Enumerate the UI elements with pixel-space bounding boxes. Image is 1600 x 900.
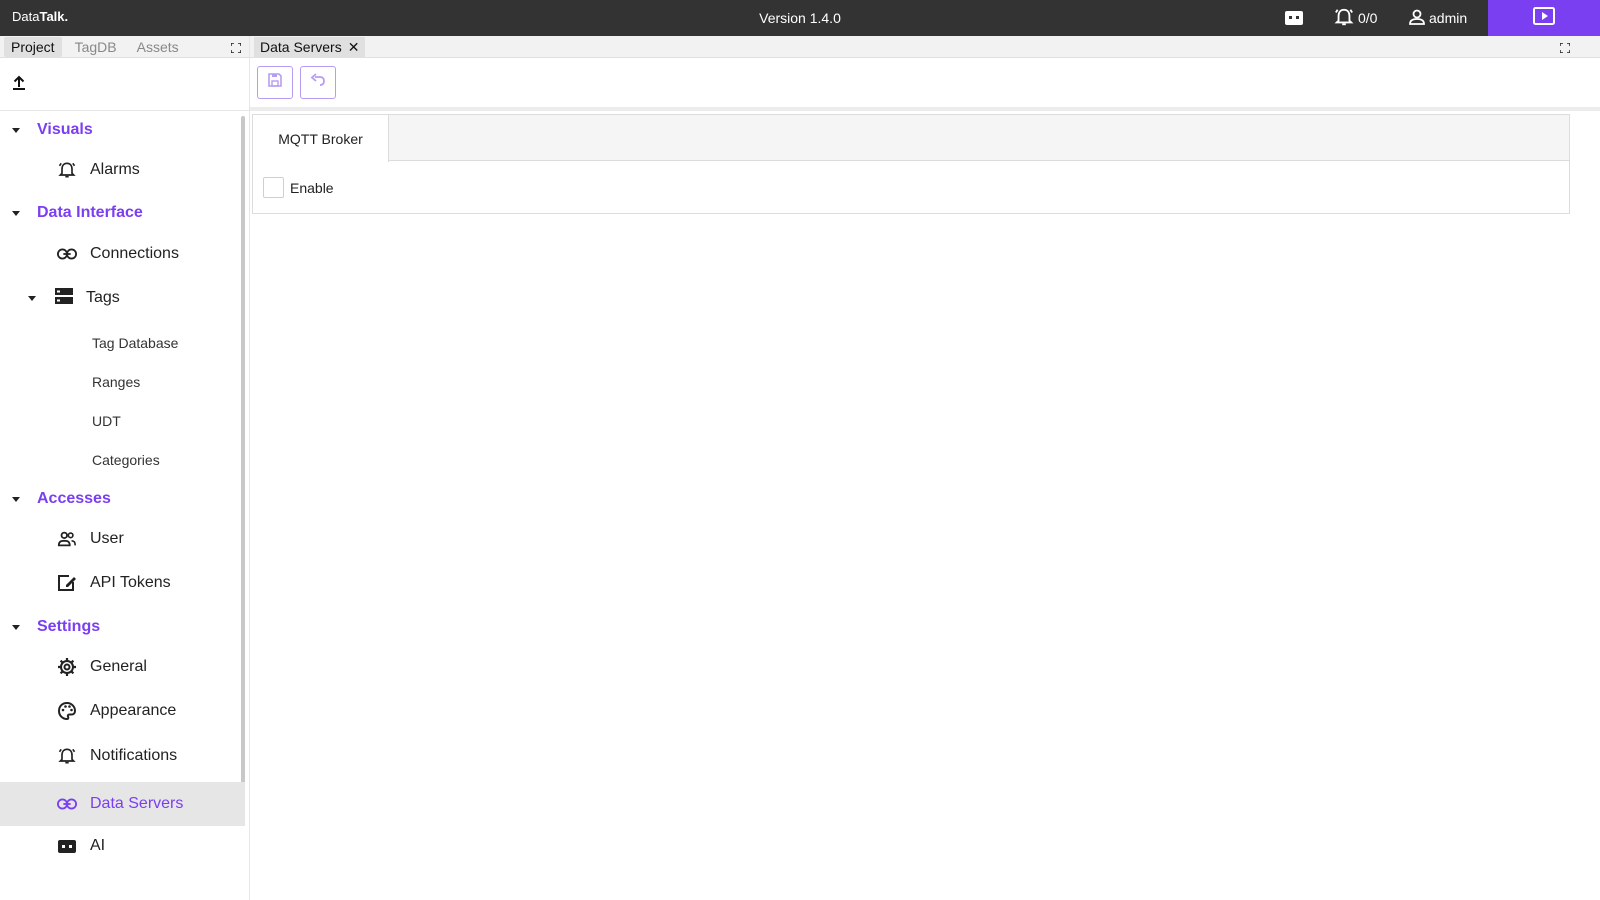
nav-subitem-label: Ranges [92, 374, 141, 390]
editor-toolbar [250, 58, 1600, 111]
editor-area: Data Servers ✕ MQTT Broker Enable [250, 36, 1600, 900]
nav-item-label: User [90, 530, 124, 547]
tab-data-servers[interactable]: Data Servers ✕ [254, 37, 366, 57]
section-label: Settings [37, 618, 101, 635]
caret-down-icon [11, 121, 21, 139]
tab-label: Data Servers [260, 39, 342, 55]
nav-item-label: Alarms [90, 161, 140, 178]
fullscreen-icon[interactable] [230, 40, 242, 58]
tab-mqtt-broker[interactable]: MQTT Broker [253, 115, 389, 162]
nav-item-general[interactable]: General [0, 645, 245, 689]
people-icon [57, 529, 77, 549]
nav-subitem-tag-database[interactable]: Tag Database [0, 328, 245, 358]
nav-item-user[interactable]: User [0, 517, 245, 561]
alarm-indicator[interactable]: 0/0 [1333, 8, 1377, 28]
nav-item-notifications[interactable]: Notifications [0, 734, 245, 778]
launch-view-button[interactable] [1488, 0, 1600, 36]
project-panel: Project TagDB Assets Visuals Alarms Data… [0, 36, 250, 900]
alarm-bell-icon [57, 160, 77, 180]
section-visuals[interactable]: Visuals [0, 117, 245, 143]
ai-assistant-icon[interactable] [1283, 8, 1305, 28]
section-accesses[interactable]: Accesses [0, 486, 245, 512]
save-icon [267, 72, 283, 93]
save-button[interactable] [257, 66, 293, 99]
caret-down-icon [11, 618, 21, 636]
fullscreen-icon[interactable] [1559, 40, 1571, 58]
nav-item-connections[interactable]: Connections [0, 232, 245, 276]
caret-down-icon[interactable] [27, 289, 37, 307]
nav-item-data-servers[interactable]: Data Servers [0, 782, 245, 826]
alarm-count: 0/0 [1358, 10, 1378, 26]
user-menu[interactable]: admin [1408, 8, 1467, 28]
nav-subitem-udt[interactable]: UDT [0, 406, 245, 436]
data-server-panel: MQTT Broker Enable [252, 114, 1570, 214]
nav-subitem-label: Categories [92, 452, 160, 468]
server-tabs: MQTT Broker [253, 115, 1569, 162]
undo-button[interactable] [300, 66, 336, 99]
nav-subitem-label: UDT [92, 413, 121, 429]
section-label: Visuals [37, 121, 93, 138]
person-icon [1408, 8, 1426, 29]
nav-item-ai[interactable]: AI [0, 824, 245, 868]
enable-row: Enable [263, 177, 334, 198]
nav-subitem-ranges[interactable]: Ranges [0, 367, 245, 397]
section-data-interface[interactable]: Data Interface [0, 200, 245, 226]
nav-item-label: AI [90, 837, 106, 854]
top-bar: DataTalk. Version 1.4.0 0/0 admin [0, 0, 1600, 36]
enable-checkbox[interactable] [263, 177, 284, 198]
nav-item-label: Tags [86, 289, 120, 306]
tab-project[interactable]: Project [4, 36, 62, 57]
notification-bell-icon [57, 746, 77, 766]
tab-tagdb[interactable]: TagDB [68, 37, 124, 57]
nav-item-api-tokens[interactable]: API Tokens [0, 561, 245, 605]
token-edit-icon [57, 573, 77, 593]
gear-icon [57, 657, 77, 677]
upload-icon[interactable] [10, 74, 28, 97]
link-icon [57, 244, 77, 264]
caret-down-icon [11, 204, 21, 222]
nav-item-label: Data Servers [90, 795, 184, 812]
left-toolbar [0, 58, 249, 111]
link-icon [57, 794, 77, 814]
nav-item-tags[interactable]: Tags [0, 276, 245, 320]
nav-item-appearance[interactable]: Appearance [0, 689, 245, 733]
ai-bot-icon [57, 836, 77, 856]
palette-icon [57, 701, 77, 721]
left-tabs: Project TagDB Assets [0, 36, 249, 58]
undo-icon [310, 73, 326, 92]
nav-item-alarms[interactable]: Alarms [0, 148, 245, 192]
username: admin [1429, 10, 1468, 26]
bell-icon [1333, 7, 1355, 30]
storage-icon [54, 287, 74, 310]
section-label: Data Interface [37, 204, 143, 221]
editor-tabs: Data Servers ✕ [250, 36, 1600, 58]
nav-item-label: Appearance [90, 702, 177, 719]
nav-item-label: Connections [90, 245, 179, 262]
caret-down-icon [11, 490, 21, 508]
nav-subitem-label: Tag Database [92, 335, 179, 351]
navigation-tree: Visuals Alarms Data Interface Connection… [0, 112, 249, 900]
nav-subitem-categories[interactable]: Categories [0, 445, 245, 475]
nav-item-label: General [90, 658, 147, 675]
section-settings[interactable]: Settings [0, 614, 245, 640]
section-label: Accesses [37, 490, 111, 507]
close-icon[interactable]: ✕ [348, 39, 360, 56]
tab-assets[interactable]: Assets [130, 37, 186, 57]
nav-item-label: Notifications [90, 747, 178, 764]
enable-label: Enable [290, 179, 334, 196]
app-logo: DataTalk. [12, 9, 69, 24]
play-screen-icon [1532, 6, 1556, 31]
nav-item-label: API Tokens [90, 574, 171, 591]
